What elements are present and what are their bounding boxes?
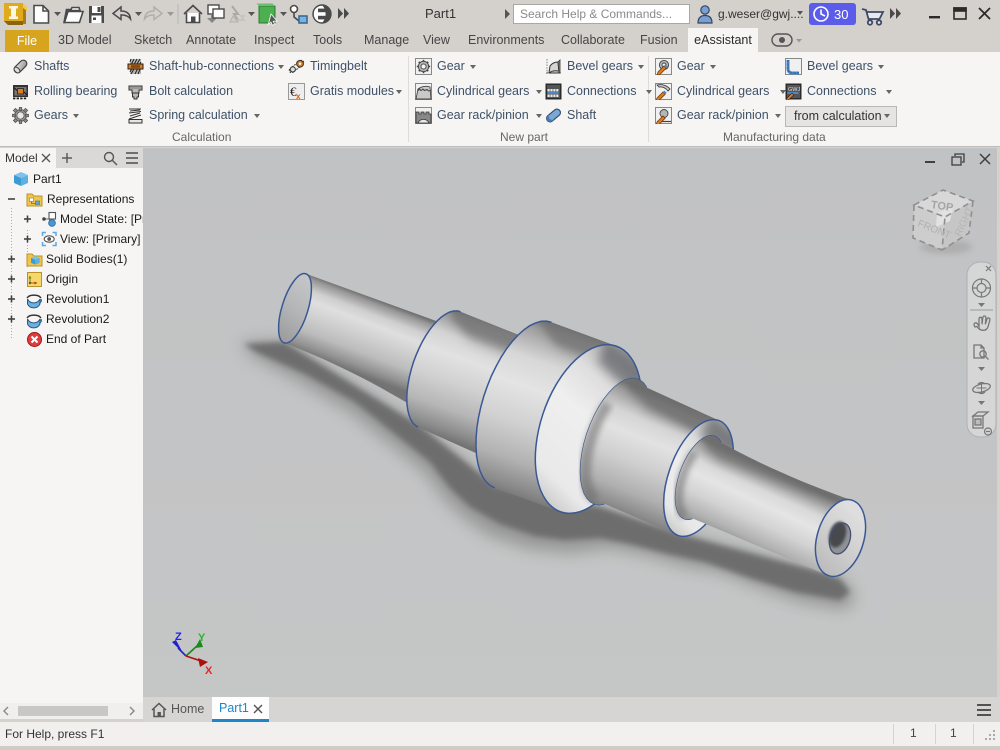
svg-text:Solid Bodies(1): Solid Bodies(1) (46, 252, 127, 266)
svg-text:Origin: Origin (46, 272, 78, 286)
svg-text:Y: Y (198, 632, 206, 644)
svg-text:View: [Primary]: View: [Primary] (60, 232, 140, 246)
svg-text:Z: Z (175, 631, 182, 643)
svg-text:30: 30 (834, 7, 848, 22)
svg-text:Part1: Part1 (33, 172, 62, 186)
svg-text:Model State: [Prim: Model State: [Prim (60, 212, 143, 226)
svg-text:Revolution1: Revolution1 (46, 292, 110, 306)
svg-text:x: x (296, 92, 301, 100)
svg-text:Representations: Representations (47, 192, 134, 206)
svg-text:X: X (205, 665, 213, 677)
svg-text:Revolution2: Revolution2 (46, 312, 110, 326)
svg-text:End of Part: End of Part (46, 332, 107, 346)
